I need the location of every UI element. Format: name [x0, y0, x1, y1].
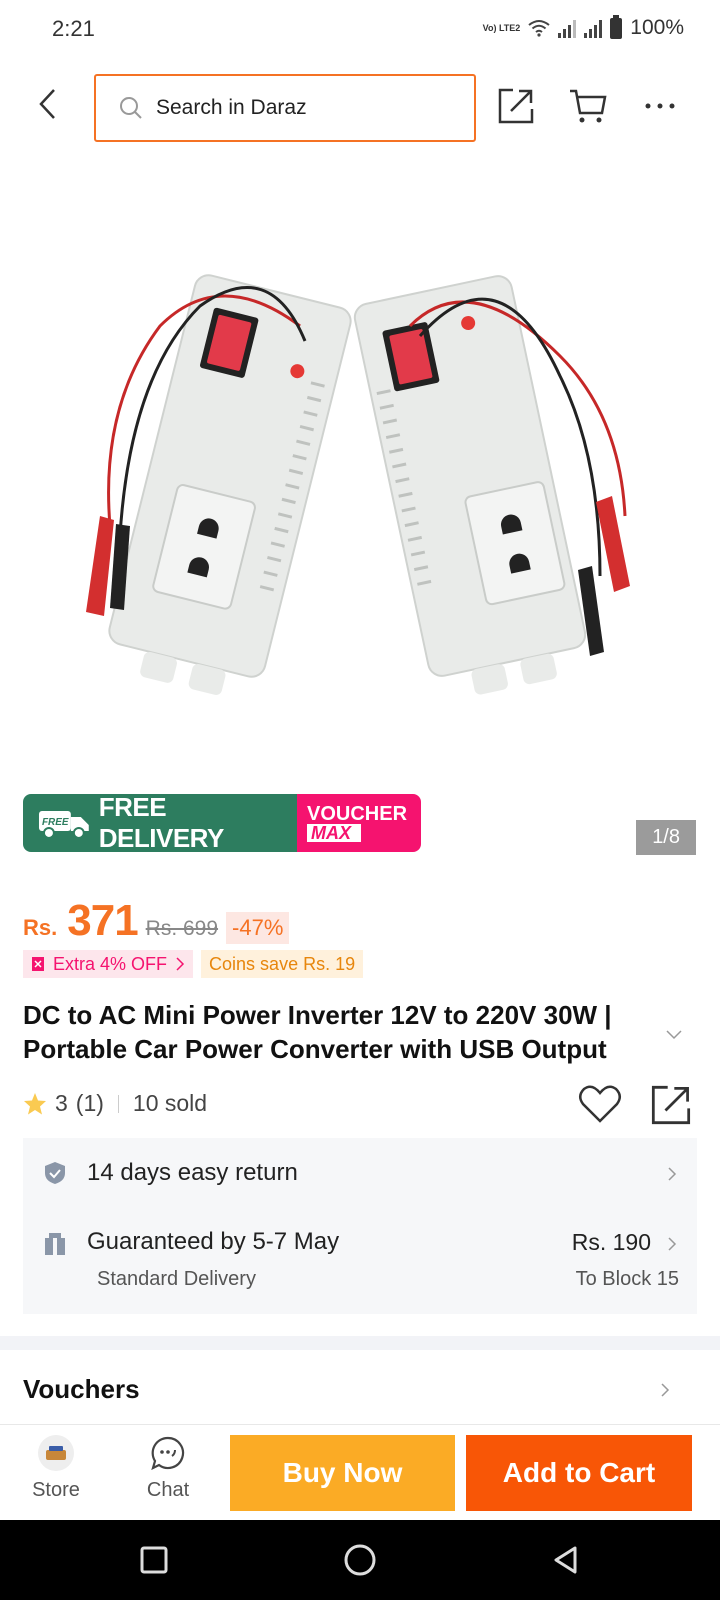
vouchers-row[interactable]: Vouchers — [0, 1352, 720, 1424]
delivery-truck-icon: FREE — [38, 811, 89, 839]
extra-off-text: Extra 4% OFF — [53, 953, 168, 974]
chat-icon — [151, 1436, 185, 1470]
chevron-right-icon — [668, 1167, 677, 1181]
review-count: (1) — [75, 1090, 104, 1116]
chevron-right-icon — [176, 957, 185, 971]
system-nav-bar — [0, 1520, 720, 1600]
heart-icon — [579, 1085, 621, 1123]
store-button[interactable]: Store — [6, 1433, 106, 1502]
volte-indicator: Vo) LTE2 — [482, 22, 521, 33]
share-button[interactable] — [494, 84, 538, 128]
wifi-icon — [528, 20, 550, 37]
rating-value: 3 — [55, 1090, 68, 1116]
section-divider — [0, 1336, 720, 1350]
signal-2-icon — [584, 18, 603, 38]
product-title[interactable]: DC to AC Mini Power Inverter 12V to 220V… — [23, 998, 668, 1066]
back-button[interactable] — [28, 84, 68, 124]
back-triangle-icon — [554, 1546, 577, 1574]
delivery-type-text: Standard Delivery — [97, 1268, 256, 1290]
home-icon — [344, 1544, 376, 1576]
chevron-right-icon — [661, 1383, 670, 1397]
system-back-button[interactable] — [546, 1540, 586, 1580]
price-row: Rs. 371 Rs. 699 -47% — [23, 896, 290, 946]
bottom-action-bar: Store Chat Buy Now Add to Cart — [0, 1424, 720, 1518]
return-policy-text: 14 days easy return — [87, 1159, 298, 1186]
battery-icon — [610, 14, 623, 39]
coins-text: Coins save Rs. 19 — [209, 953, 356, 974]
promo-row: Extra 4% OFF Coins save Rs. 19 — [23, 950, 364, 978]
more-button[interactable] — [638, 84, 682, 128]
share-icon — [498, 88, 534, 124]
services-panel: 14 days easy return Guaranteed by 5-7 Ma… — [23, 1138, 697, 1314]
package-icon — [45, 1233, 65, 1255]
chevron-down-icon[interactable] — [666, 1030, 682, 1040]
status-time: 2:21 — [52, 16, 95, 41]
store-label: Store — [32, 1479, 80, 1501]
share-product-button[interactable] — [650, 1084, 692, 1126]
battery-percent: 100% — [630, 16, 684, 39]
voucher-text: VOUCHER — [307, 802, 408, 825]
voucher-max-tag: VOUCHER MAX — [297, 794, 421, 852]
image-counter: 1/8 — [636, 820, 696, 855]
voucher-icon — [32, 957, 44, 971]
free-delivery-text: FREE DELIVERY — [98, 794, 225, 852]
max-text: MAX — [307, 823, 361, 842]
delivery-row[interactable]: Guaranteed by 5-7 May Standard Delivery … — [23, 1208, 697, 1308]
product-image[interactable] — [0, 156, 720, 856]
delivery-price: Rs. 190 — [571, 1229, 651, 1255]
signal-1-icon — [558, 18, 577, 38]
recents-icon — [140, 1546, 168, 1574]
product-photo — [86, 274, 630, 695]
search-input[interactable] — [156, 96, 456, 120]
price-original: Rs. 699 — [145, 917, 219, 940]
price-currency: Rs. — [23, 915, 58, 940]
return-policy-row[interactable]: 14 days easy return — [23, 1138, 697, 1208]
chevron-right-icon — [668, 1237, 677, 1251]
share-icon — [651, 1085, 691, 1125]
buy-now-button[interactable]: Buy Now — [230, 1435, 455, 1511]
cart-icon — [570, 89, 607, 123]
price-current: 371 — [67, 896, 138, 945]
recents-button[interactable] — [134, 1540, 174, 1580]
wishlist-button[interactable] — [578, 1084, 622, 1126]
vouchers-title: Vouchers — [23, 1374, 140, 1404]
free-delivery-banner: FREE FREE DELIVERY VOUCHER MAX — [23, 794, 421, 852]
chevron-left-icon — [39, 89, 55, 119]
free-badge-text: FREE — [42, 817, 69, 828]
home-button[interactable] — [340, 1540, 380, 1580]
cart-button[interactable] — [566, 84, 610, 128]
sold-count: 10 sold — [132, 1090, 208, 1116]
star-icon — [24, 1092, 46, 1114]
chat-label: Chat — [146, 1479, 190, 1501]
chat-button[interactable]: Chat — [118, 1433, 218, 1502]
discount-badge: -47% — [226, 912, 290, 944]
more-icon — [645, 103, 675, 109]
store-icon — [38, 1435, 74, 1471]
delivery-destination: To Block 15 — [575, 1268, 679, 1290]
search-icon — [120, 97, 142, 119]
search-box[interactable] — [94, 74, 476, 142]
coins-chip[interactable]: Coins save Rs. 19 — [201, 950, 364, 978]
status-icons: Vo) LTE2 100% — [482, 14, 684, 40]
status-bar: 2:21 Vo) LTE2 100% — [0, 0, 720, 62]
header — [0, 62, 720, 154]
add-to-cart-button[interactable]: Add to Cart — [466, 1435, 692, 1511]
shield-icon — [45, 1162, 65, 1184]
delivery-guarantee-text: Guaranteed by 5-7 May — [87, 1228, 340, 1255]
divider — [117, 1094, 119, 1113]
rating-row[interactable]: 3 (1) 10 sold — [23, 1090, 207, 1117]
free-delivery-tag: FREE FREE DELIVERY — [23, 794, 297, 852]
extra-off-chip[interactable]: Extra 4% OFF — [23, 950, 194, 978]
